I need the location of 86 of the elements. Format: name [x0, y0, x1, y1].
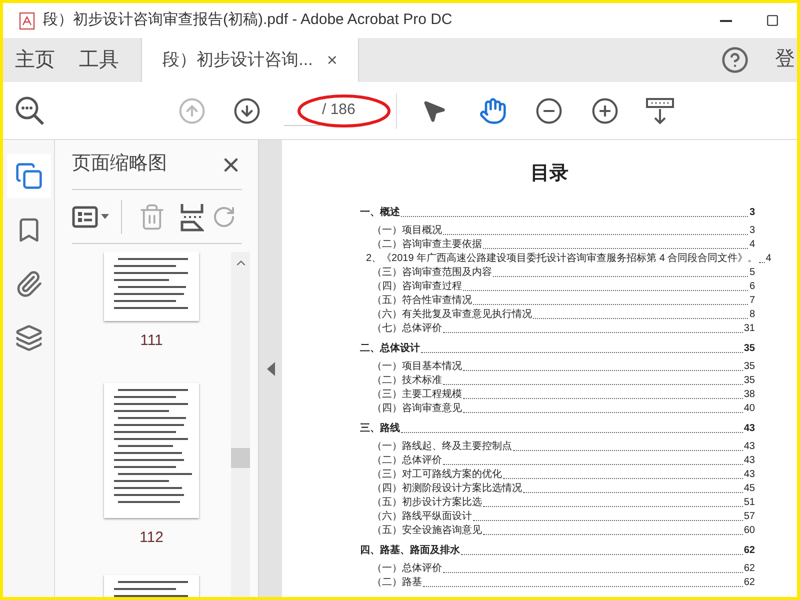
options-dropdown-button[interactable] [72, 206, 109, 228]
page-number-label: 111 [140, 331, 163, 351]
close-tab-button[interactable]: × [326, 46, 338, 74]
toc-page-number: 35 [744, 342, 755, 354]
sign-in-link[interactable]: 登 [775, 44, 795, 74]
toc-entry[interactable]: （六）有关批复及审查意见执行情况 [372, 308, 532, 320]
toc-page-number: 40 [744, 402, 755, 414]
pdf-file-icon [19, 12, 35, 30]
paperclip-icon [14, 270, 42, 298]
insert-page-icon[interactable] [180, 202, 204, 232]
page-thumbnail[interactable] [104, 252, 199, 321]
arrow-down-icon [233, 96, 261, 124]
page-count: / 186 [322, 100, 356, 120]
toc-page-number: 7 [749, 294, 755, 306]
toc-entry[interactable]: （一）路线起、终及主要控制点 [372, 440, 512, 452]
page-thumbnail[interactable] [104, 382, 199, 518]
toc-page-number: 35 [744, 360, 755, 372]
nav-tab[interactable]: 工具 [67, 38, 131, 82]
toc-entry[interactable]: 三、路线 [360, 422, 400, 434]
zoom-in-icon[interactable] [591, 96, 619, 124]
toc-entry[interactable]: （五）符合性审查情况 [372, 294, 472, 306]
toc-entry[interactable]: 一、概述 [360, 206, 400, 218]
panel-title: 页面缩略图 [72, 152, 167, 176]
toc-page-number: 43 [744, 440, 755, 452]
toc-page-number: 45 [744, 482, 755, 494]
toc-entry[interactable]: （二）路基 [372, 576, 422, 588]
toc-page-number: 3 [749, 206, 755, 218]
scrollbar[interactable] [231, 252, 250, 597]
window-title: 段）初步设计咨询审查报告(初稿).pdf - Adobe Acrobat Pro DC [43, 10, 452, 30]
hand-icon [479, 96, 507, 124]
toc-page-number: 31 [744, 322, 755, 334]
toc-page-number: 62 [744, 562, 755, 574]
scrollbar-thumb[interactable] [231, 448, 250, 468]
toc-page-number: 62 [744, 544, 755, 556]
toc-page-number: 51 [744, 496, 755, 508]
toc-page-number: 43 [744, 468, 755, 480]
toc-entry[interactable]: 四、路基、路面及排水 [360, 544, 460, 556]
toc-entry[interactable]: （三）咨询审查范围及内容 [372, 266, 492, 278]
page-number-label: 112 [140, 528, 164, 548]
zoom-search-icon[interactable] [14, 94, 46, 126]
trash-icon [138, 202, 166, 230]
toc-entry[interactable]: （五）初步设计方案比选 [372, 496, 482, 508]
toc-entry[interactable]: （二）总体评价 [372, 454, 442, 466]
toc-entry[interactable]: （三）对工可路线方案的优化 [372, 468, 502, 480]
toc-entry[interactable]: （二）技术标准 [372, 374, 442, 386]
caret-icon [101, 214, 109, 219]
toc-entry[interactable]: 2、《2019 年广西高速公路建设项目委托设计咨询审查服务招标第 4 合同段合同文件》。 [366, 252, 758, 264]
layers-icon [14, 324, 42, 352]
toc-entry[interactable]: 二、总体设计 [360, 342, 420, 354]
toc-entry[interactable]: （四）咨询审查意见 [372, 402, 462, 414]
list-options-icon [72, 206, 98, 228]
toc-page-number: 62 [744, 576, 755, 588]
help-icon[interactable] [721, 46, 749, 74]
toc-entry[interactable]: （七）总体评价 [372, 322, 442, 334]
toc-page-number: 35 [744, 374, 755, 386]
toc-entry[interactable]: （四）初测阶段设计方案比选情况 [372, 482, 522, 494]
toc-entry[interactable]: （二）咨询审查主要依据 [372, 238, 482, 250]
nav-tab[interactable]: 主页 [3, 38, 67, 82]
toc-entry[interactable]: （一）项目概况 [372, 224, 442, 236]
toc-page-number: 38 [744, 388, 755, 400]
toc-page-number: 3 [749, 224, 755, 236]
zoom-out-icon[interactable] [535, 96, 563, 124]
document-heading: 目录 [530, 162, 570, 186]
toc-page-number: 6 [749, 280, 755, 292]
toc-page-number: 57 [744, 510, 755, 522]
toc-entry[interactable]: （一）总体评价 [372, 562, 442, 574]
maximize-icon [766, 14, 778, 27]
sidebar-item[interactable] [6, 154, 50, 198]
toc-entry[interactable]: （一）项目基本情况 [372, 360, 462, 372]
toc-page-number: 43 [744, 422, 755, 434]
toc-entry[interactable]: （六）路线平纵面设计 [372, 510, 472, 522]
toc-page-number: 8 [749, 308, 755, 320]
minimize-icon [720, 20, 732, 22]
toc-page-number: 4 [749, 238, 755, 250]
toc-page-number: 60 [744, 524, 755, 536]
toc-page-number: 43 [744, 454, 755, 466]
ruler-arrow-icon[interactable] [645, 96, 675, 126]
pages-icon [14, 162, 42, 190]
toc-entry[interactable]: （三）主要工程规模 [372, 388, 462, 400]
toc-page-number: 4 [766, 252, 772, 264]
toc-entry[interactable]: （五）安全设施咨询意见 [372, 524, 482, 536]
toc-entry[interactable]: （四）咨询审查过程 [372, 280, 462, 292]
arrow-up-icon [178, 96, 206, 124]
collapse-arrow-icon[interactable] [266, 362, 274, 376]
document-tab[interactable]: 段）初步设计咨询... × [141, 38, 359, 82]
toc-page-number: 5 [749, 266, 755, 278]
